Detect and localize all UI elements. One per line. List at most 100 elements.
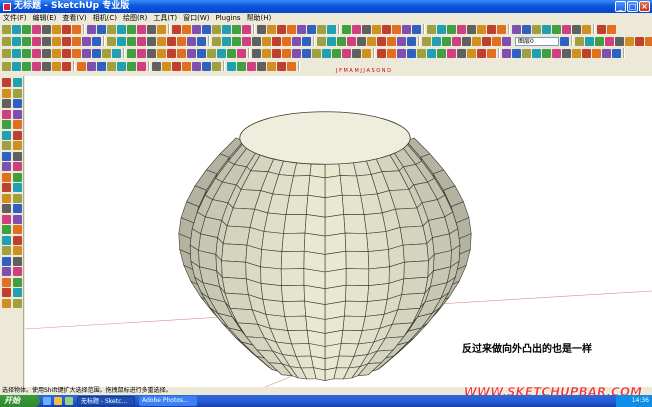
palette-tool-icon[interactable] [13,277,22,287]
toolbar-tool-icon[interactable] [282,36,291,46]
toolbar-tool-icon[interactable] [342,24,351,34]
toolbar-tool-icon[interactable] [167,48,176,58]
toolbar-tool-icon[interactable] [42,48,51,58]
toolbar-tool-icon[interactable] [467,24,476,34]
toolbar-tool-icon[interactable] [362,48,371,58]
toolbar-tool-icon[interactable] [532,48,541,58]
dome-face[interactable] [284,315,308,331]
toolbar-tool-icon[interactable] [532,24,541,34]
toolbar-tool-icon[interactable] [625,36,634,46]
dome-face[interactable] [305,194,326,218]
toolbar-tool-icon[interactable] [22,48,31,58]
folder-quicklaunch-icon[interactable] [54,397,62,405]
dome-face[interactable] [303,232,326,255]
palette-tool-icon[interactable] [13,235,22,245]
dome-face[interactable] [304,214,326,237]
dome-face[interactable] [263,212,287,234]
bulging-dome-model[interactable] [178,111,472,381]
dome-face[interactable] [282,300,307,317]
toolbar-tool-icon[interactable] [212,61,221,71]
dome-face[interactable] [324,232,347,255]
toolbar-tool-icon[interactable] [72,36,81,46]
palette-tool-icon[interactable] [2,78,11,87]
toolbar-tool-icon[interactable] [427,48,436,58]
toolbar-tool-icon[interactable] [137,24,146,34]
dome-face[interactable] [280,250,305,270]
toolbar-tool-icon[interactable] [212,36,221,46]
toolbar-tool-icon[interactable] [107,61,116,71]
palette-tool-icon[interactable] [13,151,22,161]
dome-face[interactable] [343,300,368,317]
toolbar-tool-icon[interactable] [192,61,201,71]
toolbar-tool-icon[interactable] [107,36,116,46]
dome-face[interactable] [368,266,390,287]
toolbar-tool-icon[interactable] [187,36,196,46]
palette-tool-icon[interactable] [13,298,22,308]
palette-tool-icon[interactable] [13,162,22,171]
toolbar-tool-icon[interactable] [72,24,81,34]
toolbar-tool-icon[interactable] [287,61,296,71]
toolbar-tool-icon[interactable] [197,48,206,58]
toolbar-tool-icon[interactable] [167,36,176,46]
toolbar-tool-icon[interactable] [202,24,211,34]
toolbar-tool-icon[interactable] [352,48,361,58]
palette-tool-icon[interactable] [13,109,22,119]
toolbar-tool-icon[interactable] [247,61,256,71]
toolbar-tool-icon[interactable] [437,48,446,58]
palette-tool-icon[interactable] [2,88,11,98]
toolbar-tool-icon[interactable] [592,48,601,58]
palette-tool-icon[interactable] [2,298,11,308]
toolbar-tool-icon[interactable] [272,36,281,46]
toolbar-tool-icon[interactable] [562,24,571,34]
toolbar-tool-icon[interactable] [572,24,581,34]
toolbar-tool-icon[interactable] [342,48,351,58]
toolbar-tool-icon[interactable] [522,24,531,34]
toolbar-tool-icon[interactable] [277,24,286,34]
toolbar-tool-icon[interactable] [147,36,156,46]
dome-face[interactable] [342,315,366,331]
toolbar-tool-icon[interactable] [2,48,11,58]
toolbar-tool-icon[interactable] [32,48,41,58]
toolbar-tool-icon[interactable] [147,24,156,34]
toolbar-tool-icon[interactable] [62,61,71,71]
dome-face[interactable] [260,266,282,287]
task-sketchup[interactable]: 无标题 - Sketc... [77,396,135,406]
toolbar-tool-icon[interactable] [482,36,491,46]
toolbar-tool-icon[interactable] [187,48,196,58]
toolbar-tool-icon[interactable] [127,24,136,34]
toolbar-tool-icon[interactable] [52,61,61,71]
toolbar-tool-icon[interactable] [182,61,191,71]
toolbar-tool-icon[interactable] [337,36,346,46]
toolbar-tool-icon[interactable] [317,24,326,34]
dome-face[interactable] [324,175,343,199]
toolbar-tool-icon[interactable] [42,24,51,34]
dome-face[interactable] [340,329,363,345]
drawing-viewport[interactable]: 反过来做向外凸出的也是一样 [25,76,652,387]
palette-tool-icon[interactable] [13,267,22,276]
toolbar-tool-icon[interactable] [87,24,96,34]
dome-face[interactable] [221,243,248,263]
toolbar-tool-icon[interactable] [202,61,211,71]
toolbar-tool-icon[interactable] [512,24,521,34]
toolbar-tool-icon[interactable] [552,24,561,34]
dome-face[interactable] [324,194,345,218]
toolbar-tool-icon[interactable] [12,61,21,71]
palette-tool-icon[interactable] [13,225,22,234]
toolbar-tool-icon[interactable] [387,48,396,58]
toolbar-tool-icon[interactable] [102,48,111,58]
toolbar-tool-icon[interactable] [152,61,161,71]
toolbar-tool-icon[interactable] [257,24,266,34]
toolbar-tool-icon[interactable] [107,24,116,34]
toolbar-tool-icon[interactable] [442,36,451,46]
dome-face[interactable] [260,283,284,302]
toolbar-tool-icon[interactable] [212,24,221,34]
dome-face[interactable] [366,231,389,252]
toolbar-tool-icon[interactable] [162,61,171,71]
toolbar-tool-icon[interactable] [377,48,386,58]
palette-tool-icon[interactable] [2,183,11,192]
palette-tool-icon[interactable] [13,246,22,255]
toolbar-tool-icon[interactable] [327,36,336,46]
toolbar-tool-icon[interactable] [327,24,336,34]
toolbar-tool-icon[interactable] [232,36,241,46]
palette-tool-icon[interactable] [13,99,22,108]
